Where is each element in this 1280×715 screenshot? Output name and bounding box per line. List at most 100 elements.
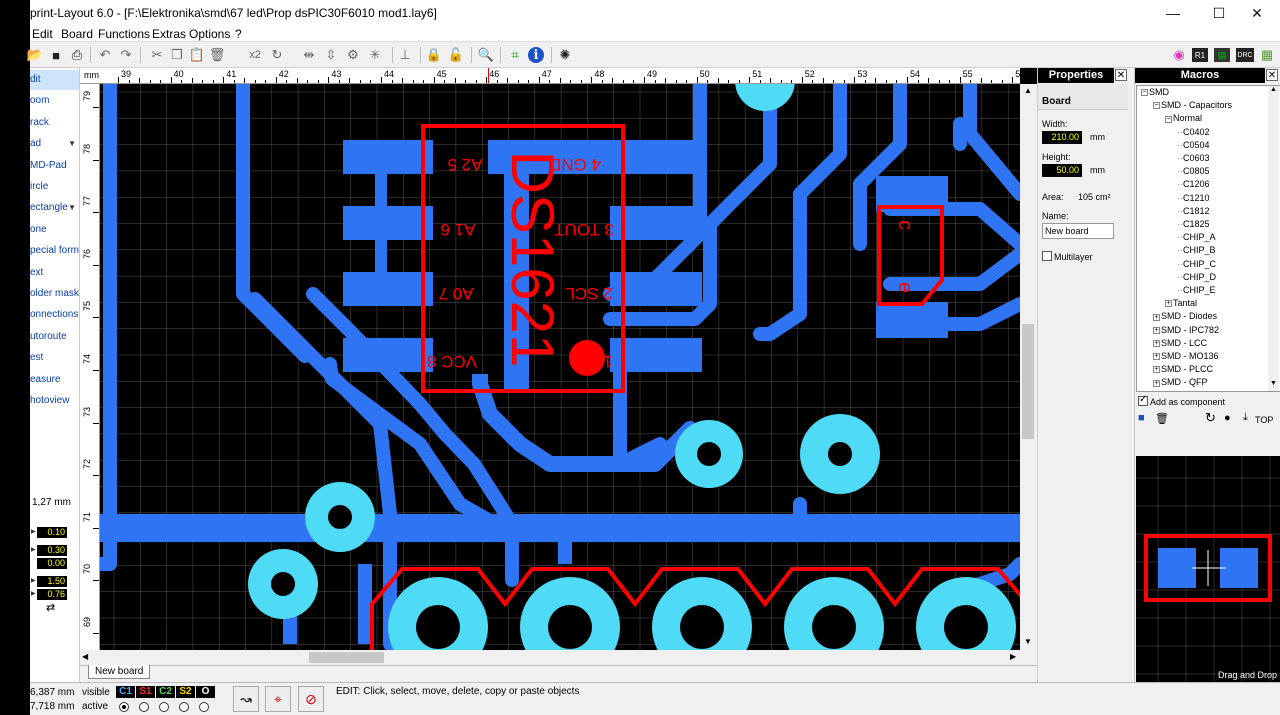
tool-item[interactable]: onnections xyxy=(30,305,79,325)
r1-icon[interactable]: R1 xyxy=(1192,48,1208,62)
cut-icon[interactable]: ✂ xyxy=(148,46,166,64)
tree-item[interactable]: ··C0402 xyxy=(1177,127,1210,137)
import-icon[interactable]: ⤓ xyxy=(1243,411,1248,424)
add-as-component-checkbox[interactable] xyxy=(1138,394,1148,406)
tree-item[interactable]: + SMD - LCC xyxy=(1153,338,1207,348)
close-button[interactable]: ✕ xyxy=(1234,0,1280,26)
name-field[interactable]: New board xyxy=(1042,223,1114,239)
route-icon[interactable]: ↝ xyxy=(233,686,259,712)
layer-radio[interactable] xyxy=(119,702,129,712)
rotate-icon[interactable]: ↻ xyxy=(1205,410,1216,426)
lock-icon[interactable]: 🔒 xyxy=(425,46,443,64)
tree-item[interactable]: + SMD - MO136 xyxy=(1153,351,1219,361)
tree-item[interactable]: ··C0805 xyxy=(1177,166,1210,176)
layer-radio[interactable] xyxy=(199,702,209,712)
scroll-thumb[interactable] xyxy=(309,652,384,663)
smd-height-field[interactable]: 0.76 xyxy=(37,589,67,600)
tree-item[interactable]: ··C1206 xyxy=(1177,179,1210,189)
tool-item[interactable]: est xyxy=(30,348,79,368)
collapse-icon[interactable]: − xyxy=(1141,89,1148,97)
expand-icon[interactable]: + xyxy=(1153,353,1160,361)
record-icon[interactable]: ● xyxy=(1224,412,1231,424)
scroll-thumb[interactable] xyxy=(1022,324,1034,439)
expand-icon[interactable]: + xyxy=(1153,326,1160,334)
track-width-field[interactable]: 0.10 xyxy=(37,527,67,538)
tool-item[interactable]: dit xyxy=(30,70,79,90)
component-icon[interactable]: ▤ xyxy=(1214,48,1230,62)
redo-icon[interactable]: ↷ xyxy=(117,46,135,64)
pad-outer-field[interactable]: 0.30 xyxy=(37,545,67,556)
macro-preview[interactable]: Drag and Drop xyxy=(1136,456,1280,684)
arrow-icon[interactable]: ▶ xyxy=(31,527,36,538)
tree-item[interactable]: ··CHIP_E xyxy=(1177,285,1216,295)
rubberband-icon[interactable]: ⊘ xyxy=(298,686,324,712)
tab-new-board[interactable]: New board xyxy=(88,665,151,679)
tool-item[interactable]: oom xyxy=(30,91,79,111)
dropdown-arrow-icon[interactable]: ▼ xyxy=(68,198,76,218)
horizontal-scrollbar[interactable]: ◀ ▶ xyxy=(80,650,1037,665)
crosshair-icon[interactable]: ⌖ xyxy=(265,686,291,712)
tool-item[interactable]: ectangle ▼ xyxy=(30,198,79,218)
info-icon[interactable]: i xyxy=(528,47,544,63)
tree-item[interactable]: ··CHIP_B xyxy=(1177,245,1216,255)
scroll-down-icon[interactable]: ▼ xyxy=(1024,637,1032,646)
properties-close-icon[interactable]: ✕ xyxy=(1115,69,1127,81)
layer-radio[interactable] xyxy=(179,702,189,712)
tool-item[interactable]: rack xyxy=(30,113,79,133)
tree-item[interactable]: + Tantal xyxy=(1165,298,1197,308)
tree-item[interactable]: + SMD - QFP xyxy=(1153,377,1208,387)
checker-icon[interactable]: ▦ xyxy=(1258,46,1276,64)
tool-item[interactable]: easure xyxy=(30,370,79,390)
tree-item[interactable]: − SMD xyxy=(1141,87,1169,97)
delete-icon[interactable]: 🗑 xyxy=(1155,412,1169,425)
swap-icon[interactable]: ⇄ xyxy=(46,601,55,614)
open-icon[interactable]: 📂 xyxy=(26,46,44,64)
multilayer-checkbox[interactable] xyxy=(1042,251,1052,261)
dropdown-arrow-icon[interactable]: ▼ xyxy=(68,134,76,154)
rotate-icon[interactable]: ↻ xyxy=(268,46,286,64)
scroll-up-icon[interactable]: ▲ xyxy=(1270,86,1277,93)
tree-item[interactable]: + SMD - PLCC xyxy=(1153,364,1213,374)
delete-icon[interactable]: 🗑 xyxy=(208,46,226,64)
undo-icon[interactable]: ↶ xyxy=(96,46,114,64)
duplicate-button[interactable]: x2 xyxy=(244,46,266,64)
layer-toggle-o[interactable]: O xyxy=(196,686,215,698)
tool-item[interactable]: hotoview xyxy=(30,391,79,411)
mirror-h-icon[interactable]: ⇹ xyxy=(300,46,318,64)
tree-item[interactable]: ··CHIP_D xyxy=(1177,272,1216,282)
arrow-icon[interactable]: ▶ xyxy=(31,545,36,556)
layer-toggle-c1[interactable]: C1 xyxy=(116,686,135,698)
layer-toggle-s1[interactable]: S1 xyxy=(136,686,155,698)
tree-scrollbar[interactable]: ▲ ▼ xyxy=(1268,86,1279,391)
tool-item[interactable]: pecial form xyxy=(30,241,79,261)
layer-radio[interactable] xyxy=(139,702,149,712)
pad-inner-field[interactable]: 0.00 xyxy=(37,558,67,569)
copy-icon[interactable]: ❐ xyxy=(168,46,186,64)
menu-edit[interactable]: Edit xyxy=(32,27,53,41)
group-icon[interactable]: ⚙ xyxy=(344,46,362,64)
expand-icon[interactable]: + xyxy=(1153,379,1160,387)
scroll-right-icon[interactable]: ▶ xyxy=(1010,652,1016,661)
snap-icon[interactable]: ✳ xyxy=(366,46,384,64)
grid-size[interactable]: 1,27 mm xyxy=(32,497,71,508)
minimize-button[interactable]: — xyxy=(1150,0,1196,26)
pink-circle-icon[interactable]: ◉ xyxy=(1170,46,1188,64)
tool-item[interactable]: ext xyxy=(30,263,79,283)
paste-icon[interactable]: 📋 xyxy=(188,46,206,64)
mirror-v-icon[interactable]: ⇳ xyxy=(322,46,340,64)
tool-item[interactable]: one xyxy=(30,220,79,240)
print-icon[interactable]: ⎙ xyxy=(68,46,86,64)
align-icon[interactable]: ⊥ xyxy=(396,46,414,64)
collapse-icon[interactable]: − xyxy=(1165,115,1172,123)
height-field[interactable]: 50.00 xyxy=(1042,164,1082,177)
tool-item[interactable]: MD-Pad xyxy=(30,156,79,176)
scroll-left-icon[interactable]: ◀ xyxy=(82,652,88,661)
tree-item[interactable]: ··C1812 xyxy=(1177,206,1210,216)
settings-icon[interactable]: ✺ xyxy=(556,46,574,64)
save-icon[interactable]: ■ xyxy=(47,46,65,64)
menu-functions[interactable]: Functions xyxy=(98,27,150,41)
tree-item[interactable]: − Normal xyxy=(1165,113,1202,123)
expand-icon[interactable]: + xyxy=(1165,300,1172,308)
zoom-icon[interactable]: 🔍 xyxy=(477,46,495,64)
tree-item[interactable]: ··C1825 xyxy=(1177,219,1210,229)
